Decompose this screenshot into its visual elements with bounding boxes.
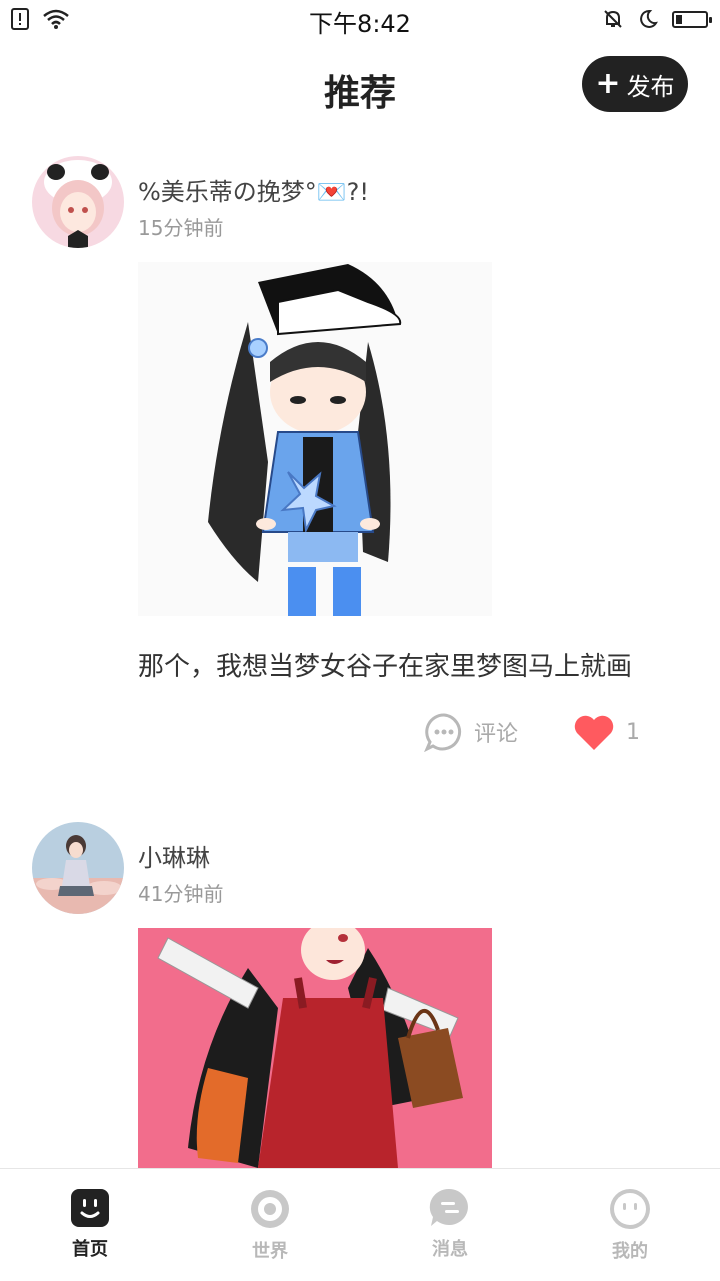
tab-messages-label: 消息 bbox=[432, 1239, 468, 1260]
tab-home-label: 首页 bbox=[72, 1239, 108, 1260]
message-bubble-icon bbox=[429, 1188, 468, 1226]
mute-bell-icon bbox=[604, 10, 622, 28]
comment-label: 评论 bbox=[473, 722, 518, 747]
status-bar: 下午8:42 bbox=[0, 0, 720, 38]
post-image-drawing bbox=[138, 262, 492, 616]
publish-label: 发布 bbox=[626, 72, 675, 101]
tab-messages[interactable]: 消息 bbox=[360, 1169, 540, 1281]
moon-icon bbox=[640, 9, 658, 28]
post-text: 那个，我想当梦女谷子在家里梦图马上就画 bbox=[138, 652, 633, 682]
post-username[interactable]: 小琳琳 bbox=[138, 838, 210, 873]
top-header: 推荐 + 发布 bbox=[0, 38, 720, 134]
avatar-image-girl-sky bbox=[32, 822, 124, 914]
post-card: %美乐蒂の挽梦°💌?! 15分钟前 那个，我想当梦女谷子在家里梦图马上就画 评论… bbox=[0, 134, 720, 794]
post-username[interactable]: %美乐蒂の挽梦°💌?! bbox=[138, 172, 369, 207]
like-count: 1 bbox=[626, 719, 640, 745]
heart-icon bbox=[574, 715, 614, 750]
tab-profile[interactable]: 我的 bbox=[540, 1169, 720, 1281]
avatar-image-panda-girl bbox=[32, 156, 124, 248]
tab-world[interactable]: 世界 bbox=[180, 1169, 360, 1281]
plus-icon: + bbox=[595, 66, 621, 101]
post-time: 15分钟前 bbox=[138, 216, 224, 240]
profile-face-icon bbox=[610, 1189, 650, 1229]
tab-profile-label: 我的 bbox=[612, 1241, 648, 1262]
avatar[interactable] bbox=[32, 822, 124, 914]
post-image-drawing bbox=[138, 928, 492, 1168]
post-time: 41分钟前 bbox=[138, 882, 224, 906]
post-card: 小琳琳 41分钟前 bbox=[0, 794, 720, 1168]
home-face-icon bbox=[71, 1189, 109, 1227]
post-image[interactable] bbox=[138, 262, 492, 616]
like-button[interactable]: 1 bbox=[572, 712, 640, 752]
battery-icon bbox=[672, 10, 712, 28]
avatar[interactable] bbox=[32, 156, 124, 248]
tab-world-label: 世界 bbox=[252, 1241, 288, 1262]
post-image[interactable] bbox=[138, 928, 492, 1168]
status-right-icons bbox=[602, 8, 712, 30]
feed-list[interactable]: %美乐蒂の挽梦°💌?! 15分钟前 那个，我想当梦女谷子在家里梦图马上就画 评论… bbox=[0, 134, 720, 1168]
comment-button[interactable]: 评论 bbox=[424, 712, 518, 752]
tab-home[interactable]: 首页 bbox=[0, 1169, 180, 1281]
world-ring-icon bbox=[251, 1190, 289, 1228]
post-actions: 评论 1 bbox=[424, 712, 640, 752]
comment-icon bbox=[424, 713, 462, 752]
bottom-tab-bar: 首页 世界 消息 我的 bbox=[0, 1168, 720, 1281]
publish-button[interactable]: + 发布 bbox=[582, 56, 688, 112]
